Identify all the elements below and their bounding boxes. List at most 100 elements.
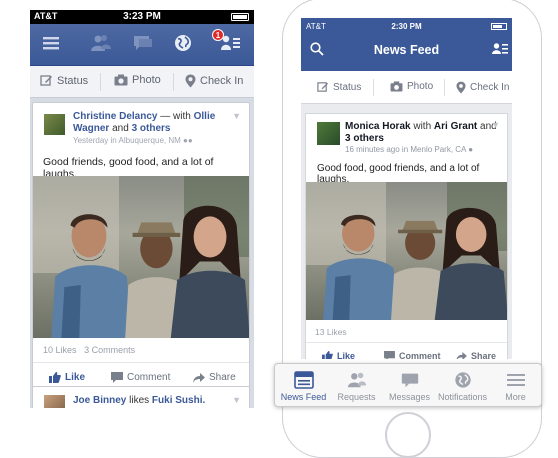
share-label: Share (471, 351, 497, 359)
messages-icon (401, 373, 418, 388)
tab-label: Messages (388, 392, 431, 402)
others-link[interactable]: 3 others (345, 133, 384, 144)
story-actions: Like Comment Share (306, 342, 507, 359)
page-link[interactable]: Fuki Sushi. (152, 395, 205, 406)
likes-count[interactable]: 13 Likes (315, 327, 347, 337)
author-link[interactable]: Monica Horak (345, 121, 411, 132)
with-text: with (410, 121, 434, 132)
checkin-button[interactable]: Check In (185, 74, 243, 88)
pencil-icon (317, 82, 329, 92)
chevron-down-icon[interactable]: ▼ (491, 120, 500, 130)
story-header: Joe Binney likes Fuki Sushi. (73, 395, 238, 407)
status-button[interactable]: Status (317, 81, 361, 93)
publisher-bar: Status Photo Check In (30, 66, 254, 98)
divider (173, 73, 174, 91)
engagement-counts: 10 Likes 3 Comments (43, 345, 135, 355)
photo-button-label: Photo (407, 81, 434, 92)
share-arrow-icon (193, 372, 205, 383)
thumbs-up-icon (322, 351, 333, 359)
location-pin-icon (185, 74, 196, 88)
story-meta: Yesterday in Albuquerque, NM ●● (73, 136, 193, 145)
pencil-icon (40, 75, 52, 86)
timestamp-location: Yesterday in Albuquerque, NM (73, 136, 181, 145)
messages-icon[interactable] (130, 33, 156, 58)
comment-label: Comment (127, 372, 171, 383)
tab-label: More (505, 392, 526, 402)
clock: 3:23 PM (123, 11, 161, 22)
comment-button[interactable]: Comment (384, 351, 441, 359)
friends-list-icon[interactable] (492, 42, 508, 61)
chevron-down-icon[interactable]: ▼ (232, 395, 241, 405)
checkin-button-label: Check In (200, 75, 244, 87)
author-link[interactable]: Christine Delancy (73, 111, 157, 122)
status-button-label: Status (333, 81, 362, 93)
battery-icon (491, 23, 507, 30)
feed-story-card: Monica Horak with Ari Grant and 3 others… (305, 113, 508, 359)
post-photo[interactable] (306, 182, 507, 320)
likes-count[interactable]: 10 Likes (43, 345, 77, 355)
comment-label: Comment (399, 351, 441, 359)
clock: 2:30 PM (391, 22, 422, 31)
publisher-bar: Status Photo Check In (301, 71, 512, 104)
status-bar: AT&T 2:30 PM (301, 22, 512, 33)
left-phone-screen: AT&T 3:23 PM 1 Status Photo Check In Chr… (30, 10, 254, 408)
top-nav-bar: 1 (30, 24, 254, 66)
avatar[interactable] (43, 394, 66, 408)
status-button-label: Status (57, 74, 89, 87)
comment-button[interactable]: Comment (111, 372, 170, 383)
menu-icon[interactable] (38, 33, 64, 58)
tab-more[interactable]: More (489, 364, 542, 408)
tab-label: Notifications (437, 392, 488, 402)
location-pin-icon (456, 81, 466, 94)
verb-text: likes (126, 395, 152, 406)
comments-count[interactable]: 3 Comments (84, 345, 135, 355)
chevron-down-icon[interactable]: ▼ (232, 111, 241, 121)
friend-requests-icon[interactable] (88, 33, 114, 58)
status-bar: AT&T 3:23 PM (30, 10, 254, 24)
story-header: Christine Delancy — with Ollie Wagner an… (73, 111, 238, 135)
share-arrow-icon (456, 351, 467, 359)
more-menu-icon (506, 374, 525, 386)
tab-label: News Feed (280, 392, 327, 402)
share-button[interactable]: Share (193, 372, 236, 383)
tab-notifications[interactable]: Notifications (436, 364, 489, 408)
avatar[interactable] (317, 122, 340, 145)
bottom-tab-bar: News Feed Requests Messages Notification… (274, 363, 542, 407)
avatar[interactable] (43, 113, 66, 136)
top-nav-bar: AT&T 2:30 PM News Feed (301, 18, 512, 71)
tab-messages[interactable]: Messages (383, 364, 436, 408)
photo-button-label: Photo (132, 74, 161, 86)
story-header: Monica Horak with Ari Grant and 3 others (345, 121, 505, 145)
home-button[interactable] (385, 412, 431, 458)
like-label: Like (337, 351, 356, 359)
divider (100, 73, 101, 91)
like-button[interactable]: Like (49, 372, 85, 383)
post-photo[interactable] (33, 176, 249, 338)
camera-icon (390, 81, 403, 92)
author-link[interactable]: Joe Binney (73, 395, 126, 406)
tab-news-feed[interactable]: News Feed (277, 364, 330, 408)
notifications-globe-icon[interactable] (170, 33, 196, 58)
share-button[interactable]: Share (456, 351, 496, 359)
battery-icon (231, 13, 249, 21)
and-text: and (109, 123, 132, 134)
photo-button[interactable]: Photo (114, 74, 161, 86)
audience-globe-icon: ● (468, 145, 474, 154)
settings-list-icon[interactable] (218, 33, 244, 58)
checkin-button[interactable]: Check In (456, 81, 509, 94)
story-meta: 16 minutes ago in Menlo Park, CA ● (345, 145, 473, 154)
news-feed-icon (293, 371, 314, 389)
others-link[interactable]: 3 others (132, 123, 171, 134)
feed-story-card: Christine Delancy — with Ollie Wagner an… (32, 102, 250, 396)
like-button[interactable]: Like (322, 351, 355, 359)
photo-button[interactable]: Photo (390, 81, 433, 92)
checkin-button-label: Check In (470, 82, 510, 93)
status-button[interactable]: Status (40, 74, 88, 87)
requests-icon (347, 372, 366, 388)
audience-friends-icon: ●● (183, 136, 193, 145)
page-title: News Feed (373, 43, 440, 57)
with-text: — with (157, 111, 194, 122)
timestamp-location: 16 minutes ago in Menlo Park, CA (345, 145, 466, 154)
tagged-friend-link[interactable]: Ari Grant (434, 121, 477, 132)
tab-requests[interactable]: Requests (330, 364, 383, 408)
